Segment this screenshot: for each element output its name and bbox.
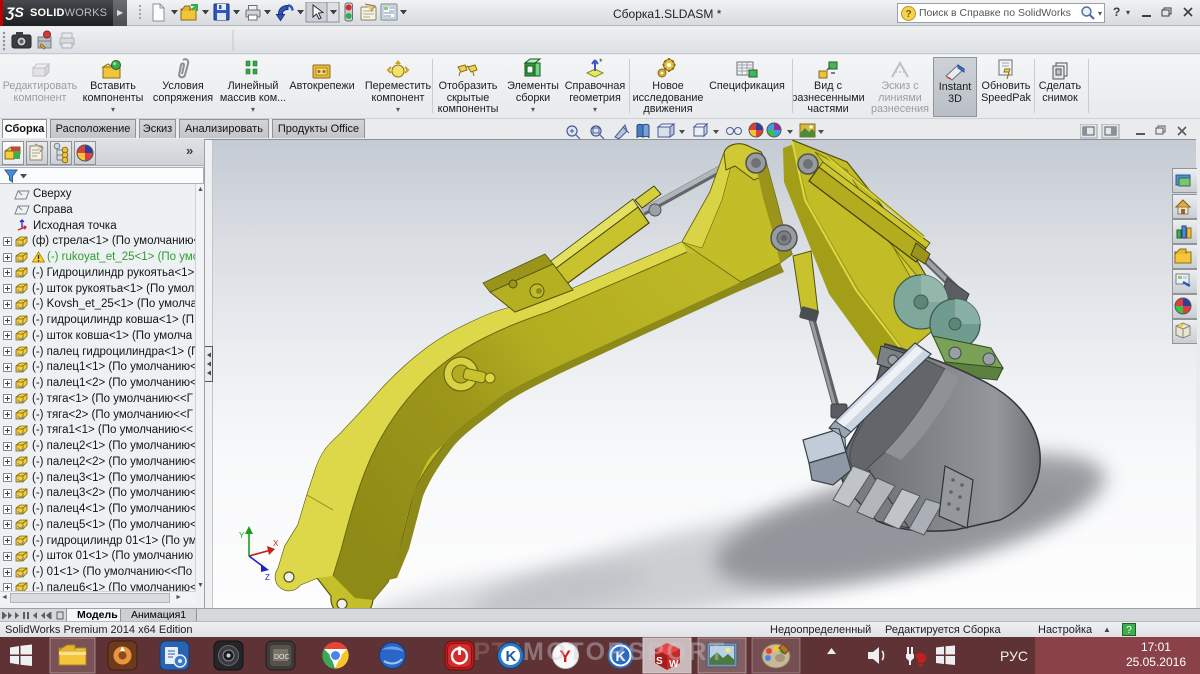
- svg-text:Y: Y: [239, 531, 245, 540]
- svg-text:Z: Z: [265, 573, 270, 582]
- svg-text:DOC: DOC: [274, 654, 290, 661]
- svg-text:K: K: [506, 648, 517, 665]
- svg-text:X: X: [273, 539, 279, 548]
- svg-text:РУС: РУС: [1000, 648, 1028, 664]
- svg-text:*: *: [599, 57, 603, 67]
- svg-text:?: ?: [906, 9, 912, 20]
